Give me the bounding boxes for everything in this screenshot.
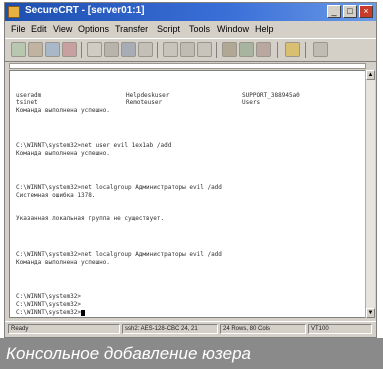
menu-edit[interactable]: Edit — [31, 24, 47, 34]
menu-file[interactable]: File — [11, 24, 26, 34]
session-options-icon[interactable] — [180, 42, 195, 57]
console-cell: Remoteuser — [126, 99, 163, 106]
status-ready: Ready — [8, 324, 120, 334]
extra-icon[interactable] — [313, 42, 328, 57]
scroll-down-icon[interactable]: ▼ — [366, 308, 375, 318]
menu-script[interactable]: Script — [157, 24, 180, 34]
menu-window[interactable]: Window — [217, 24, 249, 34]
maximize-button[interactable]: □ — [343, 5, 357, 18]
find-icon[interactable] — [121, 42, 136, 57]
window-controls: _ □ × — [325, 5, 373, 19]
status-terminal: VT100 — [308, 324, 372, 334]
print-icon[interactable] — [138, 42, 153, 57]
status-cipher: ssh2: AES-128-CBC 24, 21 — [122, 324, 218, 334]
paste-icon[interactable] — [104, 42, 119, 57]
console-line: C:\WINNT\system32>net user evil 1ex1ab /… — [16, 142, 172, 149]
console-line: C:\WINNT\system32> — [16, 293, 82, 300]
console-prompt: C:\WINNT\system32> — [16, 309, 82, 316]
quick-connect-icon[interactable] — [28, 42, 43, 57]
console-cell: Helpdeskuser — [126, 92, 170, 99]
title-bar[interactable]: SecureCRT - [server01:1] _ □ × — [5, 3, 376, 21]
log-icon[interactable] — [163, 42, 178, 57]
menu-bar: File Edit View Options Transfer Script T… — [5, 22, 376, 37]
keymap-icon[interactable] — [239, 42, 254, 57]
toolbar-separator — [216, 42, 217, 58]
vertical-scrollbar[interactable]: ▲ ▼ — [365, 70, 375, 318]
figure-caption: Консольное добавление юзера — [0, 338, 383, 369]
reconnect-icon[interactable] — [45, 42, 60, 57]
app-icon[interactable] — [8, 6, 20, 18]
menu-options[interactable]: Options — [78, 24, 109, 34]
terminal-window: SecureCRT - [server01:1] _ □ × File Edit… — [4, 2, 377, 338]
menu-tools[interactable]: Tools — [189, 24, 210, 34]
console-line: Указанная локальная группа не существует… — [16, 215, 165, 222]
status-bar: Ready ssh2: AES-128-CBC 24, 21 24 Rows, … — [5, 321, 376, 337]
console-line: Команда выполнена успешно. — [16, 259, 110, 266]
console-line: C:\WINNT\system32>net localgroup Админис… — [16, 184, 222, 191]
console-line: Команда выполнена успешно. — [16, 107, 110, 114]
connect-icon[interactable] — [11, 42, 26, 57]
terminal-console[interactable]: useradm Helpdeskuser SUPPORT_388945a0 ts… — [9, 70, 366, 318]
toolbar — [5, 38, 376, 62]
console-prompt-line: C:\WINNT\system32> — [16, 309, 86, 316]
console-line: Команда выполнена успешно. — [16, 150, 110, 157]
status-size: 24 Rows, 80 Cols — [220, 324, 306, 334]
toolbar-separator — [157, 42, 158, 58]
global-options-icon[interactable] — [197, 42, 212, 57]
menu-view[interactable]: View — [53, 24, 72, 34]
console-line: Системная ошибка 1378. — [16, 192, 96, 199]
session-tab-strip — [9, 63, 366, 69]
help-icon[interactable] — [256, 42, 271, 57]
console-cell: Users — [242, 99, 261, 106]
console-cell: tsinet — [16, 99, 38, 106]
menu-help[interactable]: Help — [255, 24, 274, 34]
toolbar-separator — [277, 42, 278, 58]
close-button[interactable]: × — [359, 5, 373, 18]
window-title: SecureCRT - [server01:1] — [25, 5, 145, 16]
sftp-icon[interactable] — [222, 42, 237, 57]
text-cursor — [81, 309, 86, 316]
disconnect-icon[interactable] — [62, 42, 77, 57]
console-line: C:\WINNT\system32>net localgroup Админис… — [16, 251, 222, 258]
menu-transfer[interactable]: Transfer — [115, 24, 148, 34]
toolbar-separator — [305, 42, 306, 58]
console-line: C:\WINNT\system32> — [16, 301, 82, 308]
console-cell: SUPPORT_388945a0 — [242, 92, 300, 99]
console-cell: useradm — [16, 92, 42, 99]
scroll-up-icon[interactable]: ▲ — [366, 70, 375, 80]
copy-icon[interactable] — [87, 42, 102, 57]
toolbar-separator — [81, 42, 82, 58]
about-icon[interactable] — [285, 42, 300, 57]
minimize-button[interactable]: _ — [327, 5, 341, 18]
